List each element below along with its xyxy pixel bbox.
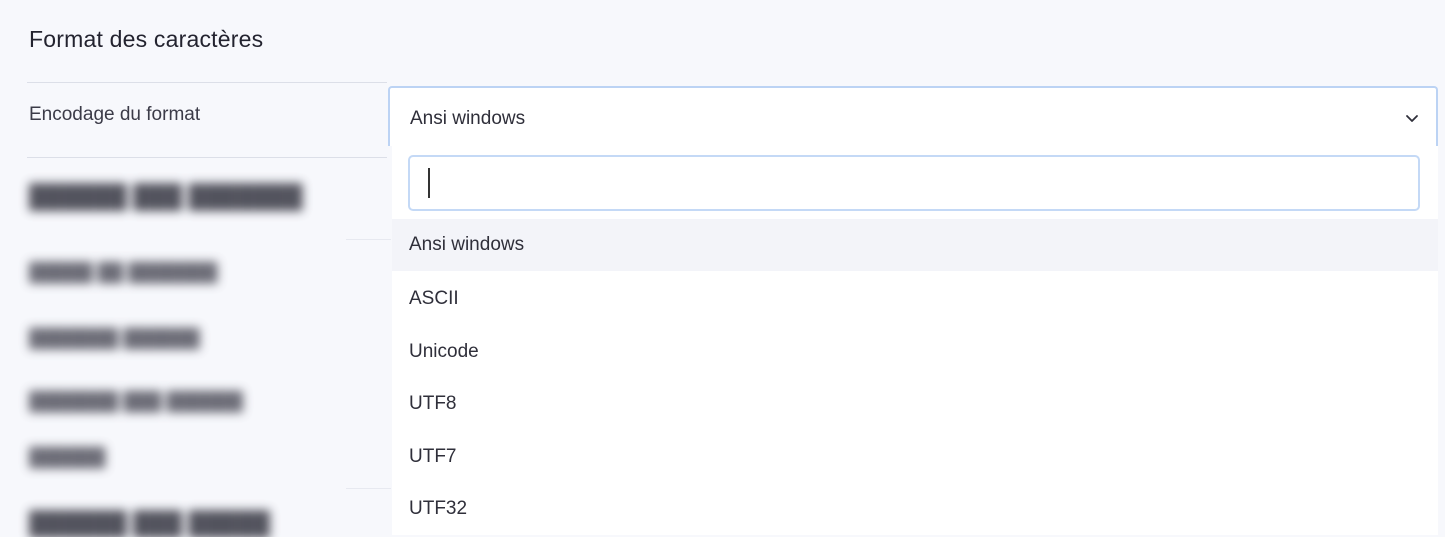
- blurred-row: ██████: [29, 447, 106, 467]
- chevron-down-icon[interactable]: [1402, 108, 1422, 128]
- divider: [27, 82, 387, 83]
- encoding-select[interactable]: Ansi windows: [388, 86, 1438, 146]
- dropdown-search-input[interactable]: [408, 155, 1420, 211]
- option-utf7[interactable]: UTF7: [392, 431, 1438, 483]
- encoding-select-value: Ansi windows: [410, 108, 526, 129]
- option-ascii[interactable]: ASCII: [392, 273, 1438, 325]
- blurred-row: ███████ ██████: [29, 328, 200, 348]
- option-ansi-windows[interactable]: Ansi windows: [392, 219, 1438, 271]
- encoding-dropdown: Ansi windows ASCII Unicode UTF8 UTF7 UTF…: [392, 146, 1438, 535]
- blurred-row: ███████ ███ ██████: [29, 391, 244, 411]
- divider: [27, 157, 387, 158]
- blurred-section-heading: ██████ ███ █████: [29, 510, 270, 536]
- option-utf32[interactable]: UTF32: [392, 483, 1438, 535]
- divider: [346, 488, 391, 489]
- encoding-label: Encodage du format: [29, 104, 201, 125]
- divider: [346, 239, 391, 240]
- option-unicode[interactable]: Unicode: [392, 326, 1438, 378]
- option-utf8[interactable]: UTF8: [392, 378, 1438, 430]
- section-title: Format des caractères: [29, 26, 264, 52]
- blurred-row: █████ ██ ███████: [29, 262, 218, 282]
- blurred-section-heading: ██████ ███ ███████: [29, 183, 303, 209]
- text-cursor: [428, 168, 430, 198]
